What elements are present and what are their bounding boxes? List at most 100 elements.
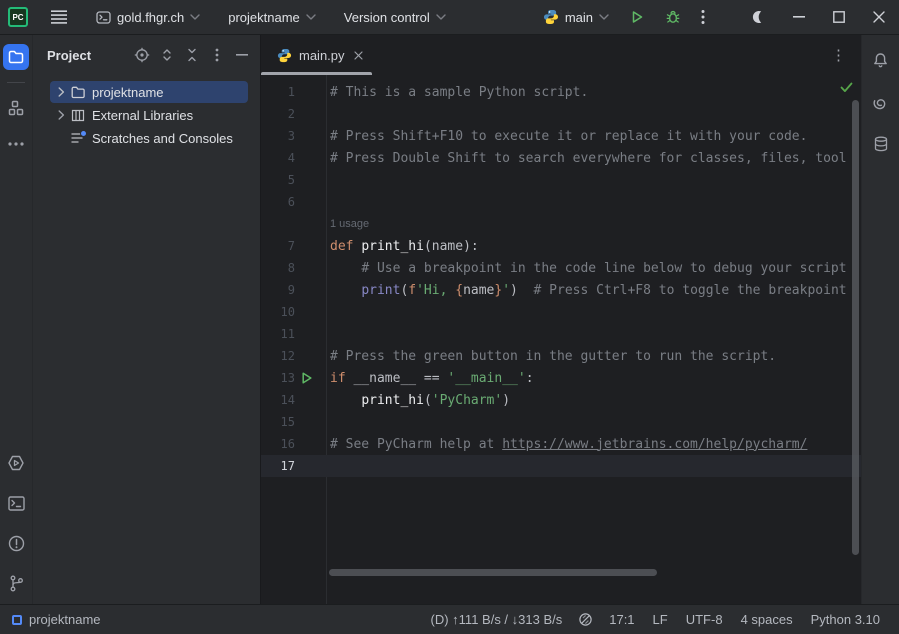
code-line[interactable]: 7def print_hi(name): xyxy=(261,235,861,257)
git-tool-window-button[interactable] xyxy=(3,570,29,596)
gutter[interactable] xyxy=(295,147,330,169)
database-button[interactable] xyxy=(868,131,894,157)
theme-toggle-button[interactable] xyxy=(739,0,779,35)
title-bar: PC gold.fhgr.ch projektname Version cont… xyxy=(0,0,899,35)
close-button[interactable] xyxy=(859,0,899,35)
code-editor[interactable]: 1# This is a sample Python script.23# Pr… xyxy=(261,75,861,604)
remote-host-selector[interactable]: gold.fhgr.ch xyxy=(88,3,208,31)
project-tool-window-button[interactable] xyxy=(3,44,29,70)
code-line[interactable]: 6 xyxy=(261,191,861,213)
code-line[interactable]: 1# This is a sample Python script. xyxy=(261,81,861,103)
gutter[interactable] xyxy=(295,169,330,191)
code-line[interactable]: 14 print_hi('PyCharm') xyxy=(261,389,861,411)
caret-position-widget[interactable]: 17:1 xyxy=(600,612,643,627)
minimize-icon xyxy=(793,16,805,18)
bell-icon xyxy=(872,52,889,69)
gutter[interactable] xyxy=(295,389,330,411)
code-line[interactable]: 4# Press Double Shift to search everywhe… xyxy=(261,147,861,169)
gutter[interactable] xyxy=(295,81,330,103)
code-line[interactable]: 9 print(f'Hi, {name}') # Press Ctrl+F8 t… xyxy=(261,279,861,301)
vcs-selector-label: Version control xyxy=(344,10,430,25)
horizontal-scrollbar[interactable] xyxy=(329,569,657,576)
indent-style-widget[interactable]: 4 spaces xyxy=(732,612,802,627)
inspections-ok-icon[interactable] xyxy=(840,82,853,93)
select-opened-file-button[interactable] xyxy=(134,47,150,63)
run-line-icon[interactable] xyxy=(302,372,312,384)
tree-item-projektname[interactable]: projektname xyxy=(50,81,248,103)
chevron-right-icon[interactable] xyxy=(53,87,69,97)
vcs-selector[interactable]: Version control xyxy=(336,3,454,31)
gutter[interactable] xyxy=(295,257,330,279)
gutter[interactable] xyxy=(295,433,330,455)
gutter[interactable] xyxy=(295,411,330,433)
status-module-widget[interactable]: projektname xyxy=(12,612,101,627)
gutter[interactable] xyxy=(295,235,330,257)
gutter[interactable] xyxy=(295,323,330,345)
panel-options-button[interactable] xyxy=(209,47,225,63)
code-text: # See PyCharm help at https://www.jetbra… xyxy=(330,437,807,452)
hide-panel-button[interactable] xyxy=(234,47,250,63)
services-tool-window-button[interactable] xyxy=(3,450,29,476)
code-line[interactable]: 5 xyxy=(261,169,861,191)
network-speed-widget[interactable]: (D) ↑111 B/s / ↓313 B/s xyxy=(422,612,572,627)
expand-all-button[interactable] xyxy=(159,47,175,63)
gutter[interactable] xyxy=(295,103,330,125)
gutter[interactable] xyxy=(295,125,330,147)
code-line[interactable]: 10 xyxy=(261,301,861,323)
chevron-right-icon[interactable] xyxy=(53,110,69,120)
gutter[interactable] xyxy=(295,279,330,301)
minimize-button[interactable] xyxy=(779,0,819,35)
editor-options-button[interactable]: ⋮ xyxy=(831,46,861,64)
run-configuration-selector[interactable]: main xyxy=(535,3,617,31)
more-tool-windows-button[interactable] xyxy=(3,131,29,157)
notifications-button[interactable] xyxy=(868,47,894,73)
code-line[interactable]: 12# Press the green button in the gutter… xyxy=(261,345,861,367)
more-actions-button[interactable] xyxy=(693,3,713,31)
ai-assistant-button[interactable] xyxy=(868,89,894,115)
tree-item-scratches[interactable]: Scratches and Consoles xyxy=(50,127,248,149)
inspection-status-icon[interactable] xyxy=(571,612,600,627)
line-number: 13 xyxy=(261,371,295,385)
clock-badge xyxy=(80,130,87,137)
line-number: 9 xyxy=(261,283,295,297)
project-panel-title: Project xyxy=(47,48,91,63)
code-line[interactable]: 13if __name__ == '__main__': xyxy=(261,367,861,389)
folder-icon xyxy=(69,86,87,99)
code-text: # This is a sample Python script. xyxy=(330,85,588,100)
tree-item-label: Scratches and Consoles xyxy=(92,131,233,146)
code-line[interactable]: 16# See PyCharm help at https://www.jetb… xyxy=(261,433,861,455)
inlay-text[interactable]: 1 usage xyxy=(261,218,369,230)
main-menu-button[interactable] xyxy=(42,3,76,31)
tab-main-py[interactable]: main.py xyxy=(261,35,375,75)
gutter[interactable] xyxy=(295,345,330,367)
code-line[interactable]: 15 xyxy=(261,411,861,433)
code-line[interactable]: 17 xyxy=(261,455,861,477)
maximize-button[interactable] xyxy=(819,0,859,35)
gutter[interactable] xyxy=(295,367,330,389)
vertical-scrollbar[interactable] xyxy=(852,100,859,555)
terminal-tool-window-button[interactable] xyxy=(3,490,29,516)
debug-button[interactable] xyxy=(657,3,689,31)
project-selector[interactable]: projektname xyxy=(220,3,324,31)
python-interpreter-widget[interactable]: Python 3.10 xyxy=(802,612,889,627)
code-line[interactable]: 3# Press Shift+F10 to execute it or repl… xyxy=(261,125,861,147)
line-separator-widget[interactable]: LF xyxy=(644,612,677,627)
gutter[interactable] xyxy=(295,301,330,323)
tab-close-button[interactable] xyxy=(354,51,363,60)
gutter[interactable] xyxy=(295,191,330,213)
tree-item-external-libraries[interactable]: External Libraries xyxy=(50,104,248,126)
usage-inlay-hint[interactable]: 1 usage xyxy=(261,213,861,235)
code-line[interactable]: 8 # Use a breakpoint in the code line be… xyxy=(261,257,861,279)
line-number: 15 xyxy=(261,415,295,429)
code-line[interactable]: 11 xyxy=(261,323,861,345)
problems-tool-window-button[interactable] xyxy=(3,530,29,556)
status-bar: projektname (D) ↑111 B/s / ↓313 B/s 17:1… xyxy=(0,604,899,634)
gutter[interactable] xyxy=(295,455,330,477)
file-encoding-widget[interactable]: UTF-8 xyxy=(677,612,732,627)
structure-tool-window-button[interactable] xyxy=(3,95,29,121)
collapse-all-button[interactable] xyxy=(184,47,200,63)
code-line[interactable]: 2 xyxy=(261,103,861,125)
run-button[interactable] xyxy=(621,3,653,31)
project-selector-label: projektname xyxy=(228,10,300,25)
library-icon xyxy=(69,109,87,122)
